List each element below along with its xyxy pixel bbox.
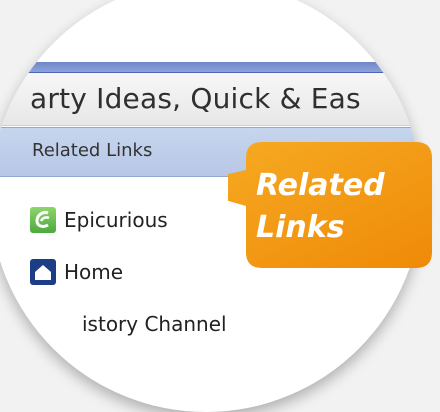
callout-label: Related Links [256,168,385,245]
list-item-epicurious[interactable]: Epicurious [30,207,168,233]
page-title: arty Ideas, Quick & Eas [30,82,361,115]
tab-related-links[interactable]: Related Links [32,140,152,161]
link-label: Home [64,260,124,284]
home-icon [30,259,56,285]
list-item-history-channel[interactable]: istory Channel [82,312,227,336]
list-item-home[interactable]: Home [30,259,123,285]
window-top-bar [0,62,422,73]
link-label: istory Channel [82,312,227,336]
link-label: Epicurious [64,208,168,232]
epicurious-icon [30,207,56,233]
